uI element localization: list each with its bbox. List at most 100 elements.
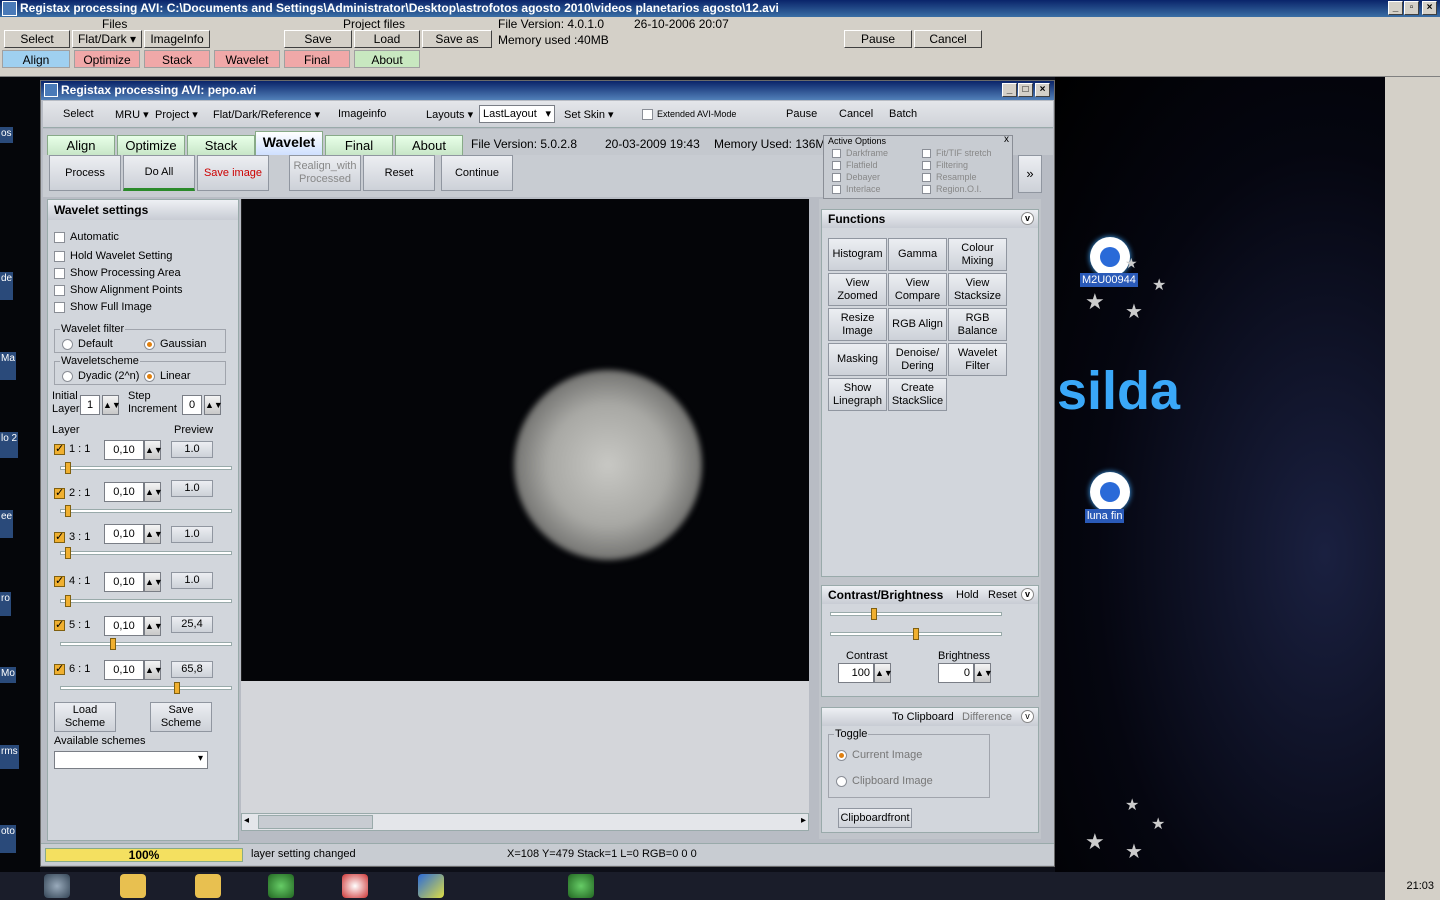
layer-2-checkbox[interactable]	[54, 486, 65, 499]
histogram-button[interactable]: Histogram	[828, 238, 887, 271]
gamma-button[interactable]: Gamma	[888, 238, 947, 271]
scheme-linear-radio[interactable]	[144, 371, 155, 382]
folder-icon[interactable]	[120, 874, 146, 898]
view-compare-button[interactable]: View Compare	[888, 273, 947, 306]
option-checkbox[interactable]	[922, 149, 931, 158]
tab-about[interactable]: About	[395, 135, 463, 155]
outer-tab-final[interactable]: Final	[284, 50, 350, 68]
layer-2-preview[interactable]: 1.0	[171, 480, 213, 497]
restore-icon[interactable]: ▫	[1404, 1, 1419, 15]
contrast-input[interactable]: 100	[838, 663, 874, 683]
rgb-balance-button[interactable]: RGB Balance	[948, 308, 1007, 341]
layer-3-slider[interactable]	[60, 547, 232, 559]
layer-2-slider[interactable]	[60, 505, 232, 517]
layer-3-checkbox[interactable]	[54, 530, 65, 543]
save-image-button[interactable]: Save image	[197, 155, 269, 191]
scheme-dyadic-radio[interactable]	[62, 371, 73, 382]
layer-6-preview[interactable]: 65,8	[171, 661, 213, 678]
desktop-icon-label[interactable]: M2U00944	[1080, 273, 1138, 287]
close-icon[interactable]: ×	[1035, 83, 1050, 97]
outer-saveas-button[interactable]: Save as	[422, 30, 492, 48]
scroll-left-icon[interactable]: ◂	[244, 815, 249, 826]
do-all-button[interactable]: Do All	[123, 155, 195, 191]
option-checkbox[interactable]	[922, 185, 931, 194]
wavelet-filter-button[interactable]: Wavelet Filter	[948, 343, 1007, 376]
layer-2-value[interactable]: 0,10	[104, 482, 144, 502]
menu-set-skin[interactable]: Set Skin ▾	[564, 108, 614, 121]
brightness-input[interactable]: 0	[938, 663, 974, 683]
layer-6-slider[interactable]	[60, 682, 232, 694]
create-stackslice-button[interactable]: Create StackSlice	[888, 378, 947, 411]
layer-4-preview[interactable]: 1.0	[171, 572, 213, 589]
spinner-icon[interactable]: ▲▼	[144, 616, 163, 636]
spinner-icon[interactable]: ▲▼	[144, 524, 163, 544]
menu-batch[interactable]: Batch	[889, 108, 917, 120]
menu-layouts[interactable]: Layouts ▾	[426, 108, 473, 121]
menu-select[interactable]: Select	[63, 108, 94, 120]
filter-default-radio[interactable]	[62, 339, 73, 350]
app-taskbar-icon[interactable]	[268, 874, 294, 898]
hold-button[interactable]: Hold	[956, 586, 979, 604]
menu-imageinfo[interactable]: Imageinfo	[338, 108, 386, 120]
to-clipboard-button[interactable]: To Clipboard	[892, 708, 954, 726]
media-taskbar-icon[interactable]	[342, 874, 368, 898]
load-scheme-button[interactable]: Load Scheme	[54, 702, 116, 732]
spinner-icon[interactable]: ▲▼	[102, 395, 121, 415]
layer-5-preview[interactable]: 25,4	[171, 616, 213, 633]
slider-thumb[interactable]	[65, 505, 71, 517]
image-viewer[interactable]	[241, 199, 809, 681]
outer-flatdark-button[interactable]: Flat/Dark ▾	[72, 30, 142, 48]
layer-4-value[interactable]: 0,10	[104, 572, 144, 592]
option-checkbox[interactable]	[832, 149, 841, 158]
outer-tab-wavelet[interactable]: Wavelet	[214, 50, 280, 68]
minimize-icon[interactable]: _	[1388, 1, 1403, 15]
collapse-icon[interactable]: v	[1021, 588, 1034, 601]
tab-stack[interactable]: Stack	[187, 135, 255, 155]
layer-1-slider[interactable]	[60, 462, 232, 474]
show-alignment-points-checkbox[interactable]	[54, 285, 65, 296]
layer-1-preview[interactable]: 1.0	[171, 441, 213, 458]
tab-wavelet[interactable]: Wavelet	[255, 131, 323, 155]
contrast-slider[interactable]	[830, 608, 1002, 620]
masking-button[interactable]: Masking	[828, 343, 887, 376]
colour-mixing-button[interactable]: Colour Mixing	[948, 238, 1007, 271]
realign-button[interactable]: Realign_with Processed	[289, 155, 361, 191]
menu-pause[interactable]: Pause	[786, 108, 817, 120]
filter-gaussian-radio[interactable]	[144, 339, 155, 350]
layer-5-value[interactable]: 0,10	[104, 616, 144, 636]
slider-thumb[interactable]	[913, 628, 919, 640]
option-checkbox[interactable]	[832, 173, 841, 182]
media-file-icon[interactable]	[1090, 237, 1130, 277]
slider-thumb[interactable]	[871, 608, 877, 620]
clipboard-image-radio[interactable]	[836, 776, 847, 787]
outer-cancel-button[interactable]: Cancel	[914, 30, 982, 48]
collapse-icon[interactable]: v	[1021, 710, 1034, 723]
brightness-slider[interactable]	[830, 628, 1002, 640]
spinner-icon[interactable]: ▲▼	[144, 660, 163, 680]
outer-tab-about[interactable]: About	[354, 50, 420, 68]
scroll-right-icon[interactable]: ▸	[801, 815, 806, 826]
denoise-dering-button[interactable]: Denoise/ Dering	[888, 343, 947, 376]
close-icon[interactable]: x	[1004, 134, 1009, 145]
automatic-checkbox[interactable]	[54, 232, 65, 243]
difference-button[interactable]: Difference	[962, 708, 1012, 726]
scrollbar-thumb[interactable]	[258, 815, 373, 829]
layer-3-value[interactable]: 0,10	[104, 524, 144, 544]
show-linegraph-button[interactable]: Show Linegraph	[828, 378, 887, 411]
view-stacksize-button[interactable]: View Stacksize	[948, 273, 1007, 306]
spinner-icon[interactable]: ▲▼	[144, 482, 163, 502]
reset-contrast-button[interactable]: Reset	[988, 586, 1017, 604]
spinner-icon[interactable]: ▲▼	[204, 395, 223, 415]
menu-mru[interactable]: MRU ▾	[115, 108, 149, 121]
tab-align[interactable]: Align	[47, 135, 115, 155]
desktop-icon-label[interactable]: luna fin	[1085, 509, 1125, 523]
app-taskbar-icon[interactable]	[418, 874, 444, 898]
menu-cancel[interactable]: Cancel	[839, 108, 873, 120]
slider-thumb[interactable]	[110, 638, 116, 650]
initial-layer-input[interactable]: 1	[80, 395, 100, 415]
slider-thumb[interactable]	[65, 547, 71, 559]
reset-button[interactable]: Reset	[363, 155, 435, 191]
tab-final[interactable]: Final	[325, 135, 393, 155]
view-zoomed-button[interactable]: View Zoomed	[828, 273, 887, 306]
outer-pause-button[interactable]: Pause	[844, 30, 912, 48]
